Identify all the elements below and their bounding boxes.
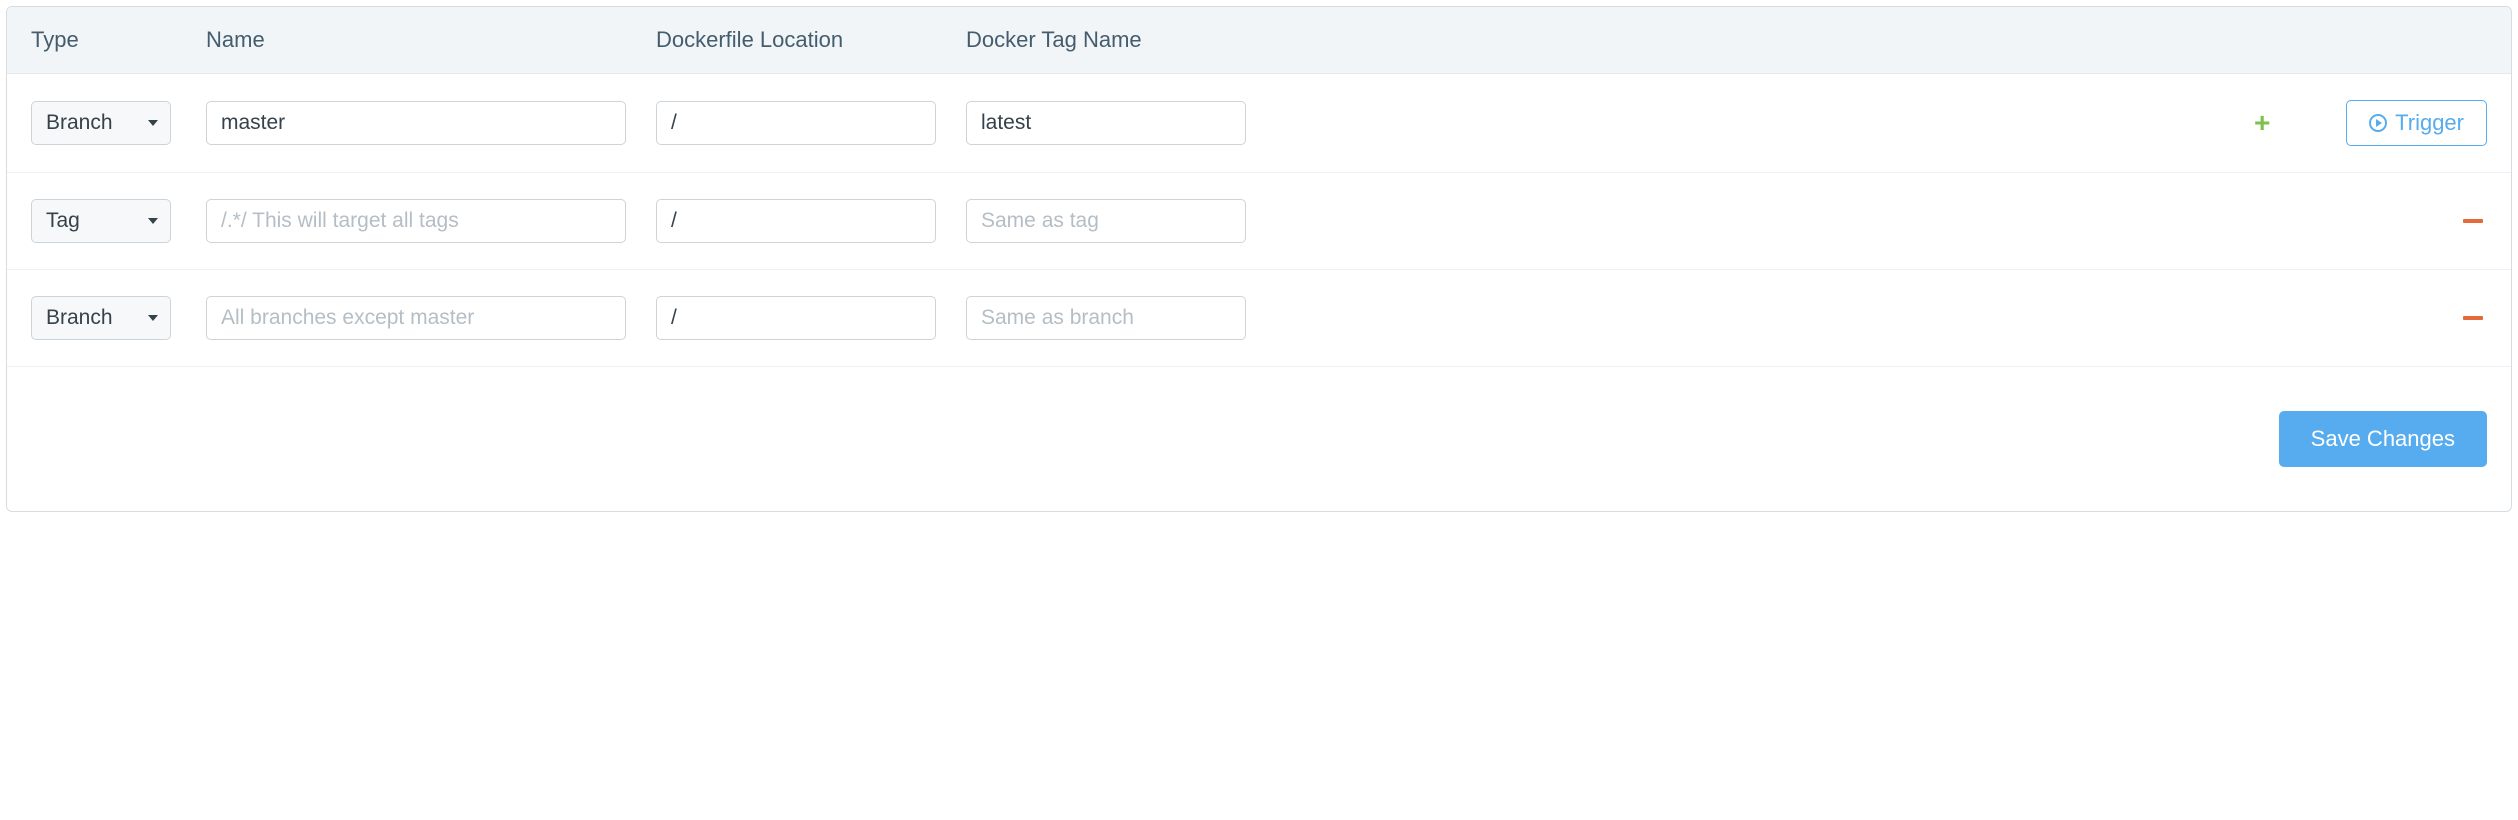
table-row: Branch + Trigger <box>7 74 2511 173</box>
minus-icon <box>2463 219 2483 223</box>
caret-down-icon <box>148 218 158 224</box>
table-header: Type Name Dockerfile Location Docker Tag… <box>7 7 2511 74</box>
header-tag: Docker Tag Name <box>966 27 1276 53</box>
type-select[interactable]: Tag <box>31 199 171 243</box>
trigger-button-label: Trigger <box>2395 110 2464 136</box>
play-circle-icon <box>2369 114 2387 132</box>
caret-down-icon <box>148 120 158 126</box>
remove-row-button[interactable] <box>2459 207 2487 235</box>
remove-row-button[interactable] <box>2459 304 2487 332</box>
add-row-button[interactable]: + <box>2248 109 2276 137</box>
dockerfile-location-input[interactable] <box>656 296 936 340</box>
header-type: Type <box>31 27 206 53</box>
type-select-value: Branch <box>46 306 113 330</box>
name-input[interactable] <box>206 296 626 340</box>
minus-icon <box>2463 316 2483 320</box>
table-row: Branch <box>7 270 2511 367</box>
dockerfile-location-input[interactable] <box>656 101 936 145</box>
docker-tag-input[interactable] <box>966 296 1246 340</box>
caret-down-icon <box>148 315 158 321</box>
save-changes-label: Save Changes <box>2311 426 2455 452</box>
trigger-button[interactable]: Trigger <box>2346 100 2487 146</box>
type-select[interactable]: Branch <box>31 101 171 145</box>
build-settings-panel: Type Name Dockerfile Location Docker Tag… <box>6 6 2512 512</box>
footer: Save Changes <box>7 367 2511 511</box>
docker-tag-input[interactable] <box>966 199 1246 243</box>
type-select-value: Branch <box>46 111 113 135</box>
header-name: Name <box>206 27 656 53</box>
type-select[interactable]: Branch <box>31 296 171 340</box>
docker-tag-input[interactable] <box>966 101 1246 145</box>
name-input[interactable] <box>206 199 626 243</box>
save-changes-button[interactable]: Save Changes <box>2279 411 2487 467</box>
table-row: Tag <box>7 173 2511 270</box>
header-location: Dockerfile Location <box>656 27 966 53</box>
name-input[interactable] <box>206 101 626 145</box>
dockerfile-location-input[interactable] <box>656 199 936 243</box>
type-select-value: Tag <box>46 209 80 233</box>
plus-icon: + <box>2254 109 2270 137</box>
